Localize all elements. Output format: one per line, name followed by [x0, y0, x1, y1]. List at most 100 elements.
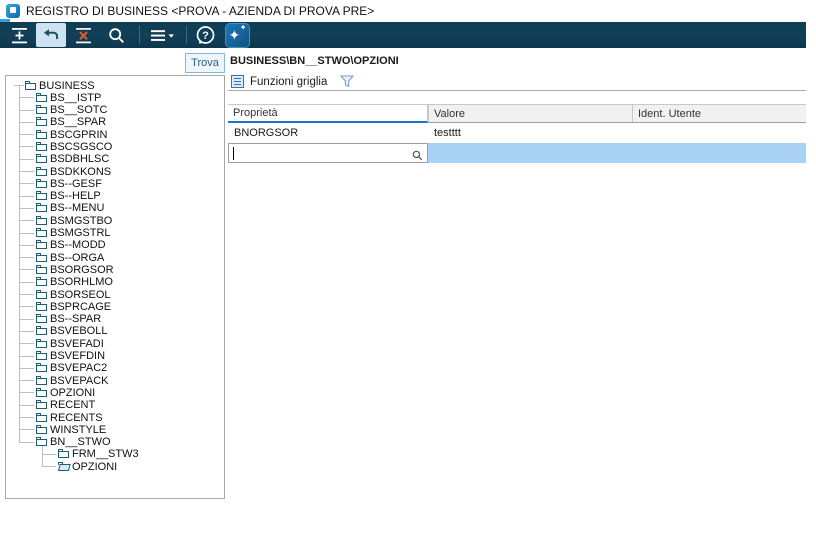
tree-item-bsorhlmo[interactable]: BSORHLMO: [6, 276, 224, 288]
grid-data-row[interactable]: BNORGSORtestttt: [228, 123, 806, 143]
tree-item-bsvepack[interactable]: BSVEPACK: [6, 374, 224, 386]
tree-item-recent[interactable]: RECENT: [6, 399, 224, 411]
folder-icon: [36, 425, 48, 435]
tree-item-bs--orga[interactable]: BS--ORGA: [6, 251, 224, 263]
tree-item-label: BSORHLMO: [50, 276, 113, 288]
grid-rows: BNORGSORtestttt: [228, 123, 806, 143]
undo-button[interactable]: [36, 23, 66, 47]
help-icon: ?: [195, 25, 216, 46]
tree-item-winstyle[interactable]: WINSTYLE: [6, 423, 224, 435]
properties-grid: ProprietàValoreIdent. Utente BNORGSORtes…: [228, 104, 806, 164]
toolbar-separator: [139, 26, 140, 44]
tree-item-label: RECENT: [50, 399, 95, 411]
tree-item-bsvefadi[interactable]: BSVEFADI: [6, 337, 224, 349]
tree-item-bscgprin[interactable]: BSCGPRIN: [6, 128, 224, 140]
folder-icon: [36, 240, 48, 250]
tree-item-label: BSVEPACK: [50, 375, 109, 387]
tree-item-bs__spar[interactable]: BS__SPAR: [6, 116, 224, 128]
grid-functions-icon[interactable]: [231, 75, 244, 88]
tree-item-bs__sotc[interactable]: BS__SOTC: [6, 104, 224, 116]
selected-row-highlight[interactable]: [428, 143, 806, 163]
tree-item-bsprcage[interactable]: BSPRCAGE: [6, 300, 224, 312]
business-tree: BUSINESSBS__ISTPBS__SOTCBS__SPARBSCGPRIN…: [6, 79, 224, 473]
tree-item-label: OPZIONI: [72, 461, 117, 473]
tree-item-label: BSDKKONS: [50, 166, 111, 178]
search-button[interactable]: [101, 23, 131, 47]
tree-item-bsorseol[interactable]: BSORSEOL: [6, 288, 224, 300]
tree-item-label: BS__SOTC: [50, 104, 107, 116]
main-toolbar: ? ✦ ✦: [0, 22, 806, 48]
folder-icon: [58, 449, 70, 459]
tree-item-label: BSVEFDIN: [50, 350, 105, 362]
grid-cell: testttt: [428, 123, 632, 143]
tree-item-bscsgsco[interactable]: BSCSGSCO: [6, 140, 224, 152]
tree-item-bs--spar[interactable]: BS--SPAR: [6, 313, 224, 325]
tree-item-label: BUSINESS: [39, 80, 95, 92]
business-tree-panel: BUSINESSBS__ISTPBS__SOTCBS__SPARBSCGPRIN…: [5, 75, 225, 499]
tree-item-label: BSCSGSCO: [50, 141, 112, 153]
cancel-button[interactable]: [68, 23, 98, 47]
column-header-propriet-[interactable]: Proprietà: [228, 105, 428, 123]
folder-icon: [36, 228, 48, 238]
column-header-ident-utente[interactable]: Ident. Utente: [632, 105, 806, 122]
tree-item-bsveboll[interactable]: BSVEBOLL: [6, 325, 224, 337]
tree-item-bsvepac2[interactable]: BSVEPAC2: [6, 362, 224, 374]
folder-icon: [36, 376, 48, 386]
tree-item-bsorgsor[interactable]: BSORGSOR: [6, 263, 224, 275]
tree-item-bsdkkons[interactable]: BSDKKONS: [6, 165, 224, 177]
tree-item-label: BS--MENU: [50, 202, 104, 214]
folder-icon: [36, 191, 48, 201]
tree-item-label: FRM__STW3: [72, 448, 139, 460]
breadcrumb: BUSINESS\BN__STWO\OPZIONI: [230, 55, 399, 67]
assistant-button[interactable]: ✦ ✦: [222, 23, 252, 47]
tree-item-bs--help[interactable]: BS--HELP: [6, 190, 224, 202]
tree-item-business[interactable]: BUSINESS: [6, 79, 224, 91]
grid-edit-row: [228, 143, 806, 164]
tree-item-bsvefdin[interactable]: BSVEFDIN: [6, 350, 224, 362]
tree-item-label: OPZIONI: [50, 387, 95, 399]
grid-header: ProprietàValoreIdent. Utente: [228, 104, 806, 123]
grid-cell: BNORGSOR: [228, 123, 428, 143]
title-bar: REGISTRO DI BUSINESS <PROVA - AZIENDA DI…: [0, 0, 816, 22]
folder-icon: [36, 351, 48, 361]
toolbar-separator: [186, 26, 187, 44]
grid-cell: [632, 123, 806, 143]
lookup-search-icon[interactable]: [412, 148, 423, 166]
tree-item-opzioni[interactable]: OPZIONI: [6, 386, 224, 398]
folder-icon: [36, 105, 48, 115]
search-icon: [107, 26, 126, 45]
tree-item-opzioni[interactable]: OPZIONI: [6, 460, 224, 472]
folder-icon: [25, 81, 37, 91]
grid-functions-label[interactable]: Funzioni griglia: [250, 76, 327, 88]
tree-item-label: BSORSEOL: [50, 289, 111, 301]
add-button[interactable]: [4, 23, 34, 47]
find-button-label: Trova: [191, 57, 219, 69]
tree-item-frm__stw3[interactable]: FRM__STW3: [6, 448, 224, 460]
tree-item-label: BSVEFADI: [50, 338, 104, 350]
tree-item-bs__istp[interactable]: BS__ISTP: [6, 91, 224, 103]
help-button[interactable]: ?: [190, 23, 220, 47]
tree-item-label: BSMGSTBO: [50, 215, 112, 227]
column-header-valore[interactable]: Valore: [428, 105, 632, 122]
window-title: REGISTRO DI BUSINESS <PROVA - AZIENDA DI…: [26, 4, 374, 18]
folder-icon: [36, 265, 48, 275]
tree-item-label: BS--GESF: [50, 178, 102, 190]
folder-open-icon: [58, 462, 70, 472]
folder-icon: [36, 400, 48, 410]
tree-item-bsdbhlsc[interactable]: BSDBHLSC: [6, 153, 224, 165]
tree-item-bs--modd[interactable]: BS--MODD: [6, 239, 224, 251]
property-search-input[interactable]: [228, 143, 428, 163]
menu-button[interactable]: [145, 23, 179, 47]
undo-icon: [42, 28, 61, 43]
find-button[interactable]: Trova: [185, 53, 225, 73]
folder-icon: [36, 253, 48, 263]
tree-item-bs--menu[interactable]: BS--MENU: [6, 202, 224, 214]
tree-item-label: WINSTYLE: [50, 424, 106, 436]
tree-item-bn__stwo[interactable]: BN__STWO: [6, 436, 224, 448]
folder-icon: [36, 339, 48, 349]
tree-item-label: BS__ISTP: [50, 92, 101, 104]
tree-item-bsmgstrl[interactable]: BSMGSTRL: [6, 227, 224, 239]
tree-item-recents[interactable]: RECENTS: [6, 411, 224, 423]
tree-item-bs--gesf[interactable]: BS--GESF: [6, 177, 224, 189]
tree-item-bsmgstbo[interactable]: BSMGSTBO: [6, 214, 224, 226]
